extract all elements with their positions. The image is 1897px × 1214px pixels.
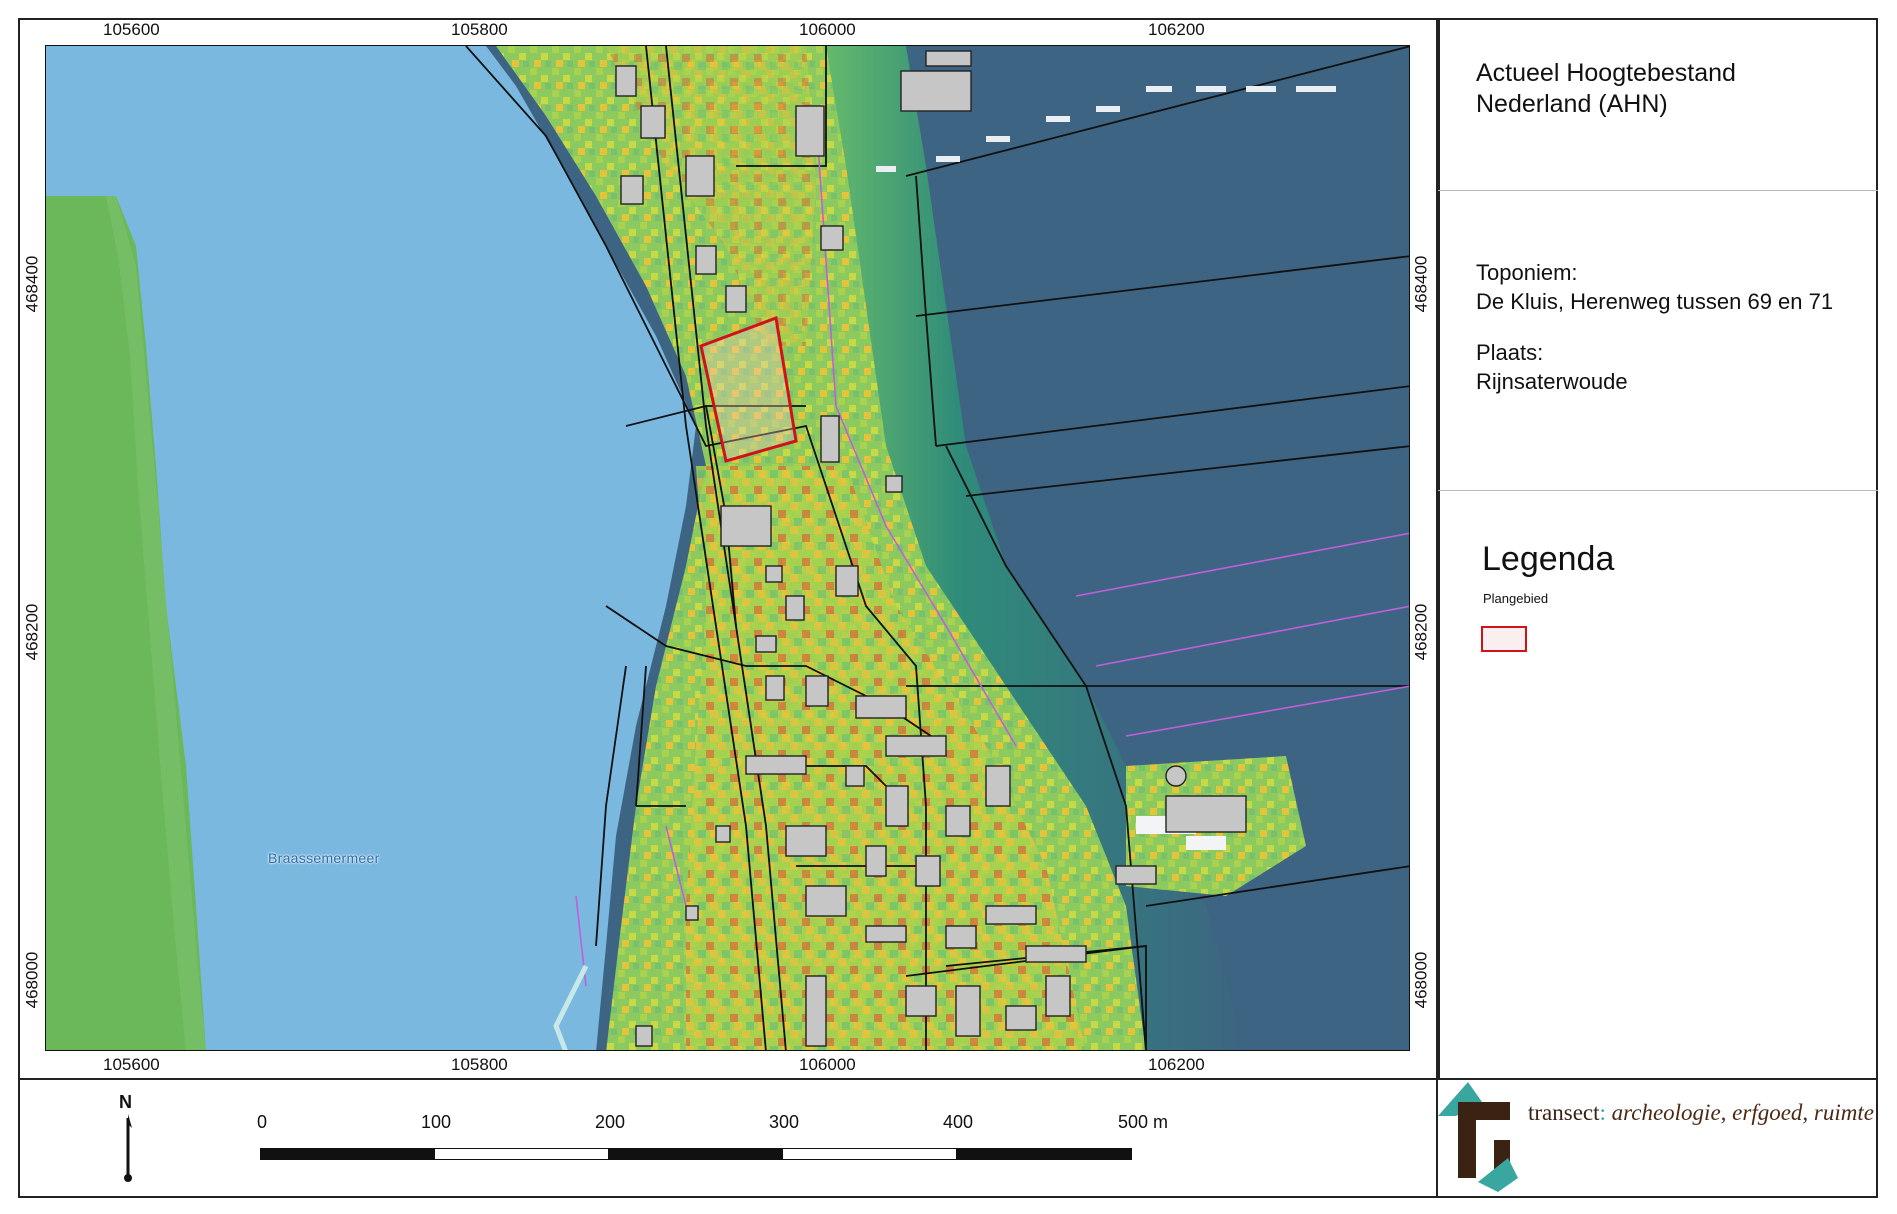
panel-title-line2: Nederland (AHN) [1476, 90, 1668, 118]
plaats-label: Plaats: [1476, 340, 1544, 365]
scale-segment-1 [260, 1148, 435, 1160]
panel-divider-2 [1438, 490, 1878, 491]
scale-label-100: 100 [420, 1112, 452, 1132]
scale-segment-4 [782, 1148, 957, 1160]
logo-wordmark: transect: archeologie, erfgoed, ruimte [1528, 1100, 1874, 1126]
coord-top-2: 105800 [451, 20, 508, 39]
map-canvas[interactable] [45, 45, 1410, 1051]
coord-top-4: 106200 [1148, 20, 1205, 39]
coord-bottom-3: 106000 [799, 1055, 856, 1074]
transect-logo-icon [1438, 1082, 1518, 1192]
toponiem-block: Toponiem: De Kluis, Herenweg tussen 69 e… [1476, 258, 1833, 316]
plaats-block: Plaats: Rijnsaterwoude [1476, 338, 1628, 396]
scale-label-300: 300 [768, 1112, 800, 1132]
coord-top-1: 105600 [103, 20, 160, 39]
scale-label-400: 400 [942, 1112, 974, 1132]
scale-segment-3 [608, 1148, 783, 1160]
panel-title: Actueel Hoogtebestand Nederland (AHN) [1476, 58, 1736, 120]
lake-label: Braassemermeer [268, 850, 380, 866]
legend-item-label: Plangebied [1483, 591, 1549, 606]
plaats-value: Rijnsaterwoude [1476, 369, 1628, 394]
scale-label-200: 200 [594, 1112, 626, 1132]
toponiem-value: De Kluis, Herenweg tussen 69 en 71 [1476, 289, 1834, 314]
coord-right-1: 468400 [1411, 255, 1431, 313]
logo-tagline: archeologie, erfgoed, ruimte [1605, 1100, 1874, 1125]
elevation-map [46, 46, 1409, 1050]
north-label: N [119, 1092, 132, 1112]
scale-segment-5 [956, 1148, 1132, 1160]
scale-frame [18, 1078, 1438, 1198]
logo-brand: transect [1528, 1100, 1600, 1125]
coord-left-2: 468200 [22, 603, 42, 661]
coord-right-2: 468200 [1411, 603, 1431, 661]
coord-bottom-2: 105800 [451, 1055, 508, 1074]
scale-segment-2 [434, 1148, 609, 1160]
scale-label-500: 500 m [1117, 1112, 1169, 1132]
legend-title: Legenda [1482, 540, 1615, 578]
coord-top-3: 106000 [799, 20, 856, 39]
legend-swatch-plangebied [1481, 626, 1527, 652]
north-arrow: N [116, 1092, 146, 1184]
coord-right-3: 468000 [1411, 951, 1431, 1009]
panel-title-line1: Actueel Hoogtebestand [1476, 59, 1736, 87]
coord-bottom-4: 106200 [1148, 1055, 1205, 1074]
coord-left-1: 468400 [22, 255, 42, 313]
panel-divider-1 [1438, 190, 1878, 191]
coord-bottom-1: 105600 [103, 1055, 160, 1074]
toponiem-label: Toponiem: [1476, 260, 1578, 285]
coord-left-3: 468000 [22, 951, 42, 1009]
scale-label-0: 0 [256, 1112, 268, 1132]
